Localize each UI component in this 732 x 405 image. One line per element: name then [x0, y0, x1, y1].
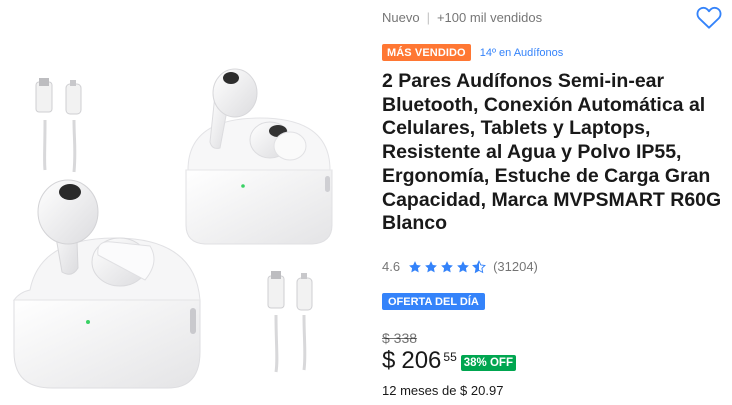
rating-stars [407, 259, 487, 274]
product-title: 2 Pares Audífonos Semi-in-ear Bluetooth,… [382, 70, 722, 235]
rating-value: 4.6 [382, 259, 401, 274]
heart-outline-icon [696, 6, 722, 29]
subtitle-separator: | [426, 10, 430, 25]
star-icon [457, 260, 469, 272]
deal-of-the-day-badge: OFERTA DEL DÍA [382, 293, 485, 310]
product-info-panel: Nuevo | +100 mil vendidos MÁS VENDIDO 14º … [382, 0, 727, 405]
product-image [12, 68, 333, 389]
product-image-gallery[interactable] [0, 0, 372, 405]
rating-count: (31204) [493, 259, 538, 274]
original-price: $ 338 [382, 330, 418, 346]
star-icon [409, 260, 421, 272]
star-icon [425, 260, 437, 272]
charging-case-back [185, 117, 333, 245]
charging-case-front [12, 237, 201, 389]
sold-count: +100 mil vendidos [436, 10, 543, 25]
condition-label: Nuevo [382, 10, 420, 25]
price-cents: 55 [443, 350, 457, 364]
rating-summary[interactable]: 4.6 (31204) [382, 259, 538, 274]
price-integer: 206 [401, 347, 442, 374]
current-price: $ 206 55 38% OFF [382, 347, 516, 375]
star-half-icon [472, 259, 487, 273]
discount-badge: 38% OFF [460, 355, 516, 371]
usb-cable-image-top [43, 119, 77, 173]
price-currency: $ [382, 347, 396, 374]
favorite-button[interactable] [695, 4, 723, 30]
product-subtitle: Nuevo | +100 mil vendidos [382, 10, 542, 25]
category-ranking-link[interactable]: 14º en Audífonos [480, 47, 564, 59]
star-icon [441, 260, 453, 272]
best-seller-badge: MÁS VENDIDO [382, 44, 471, 61]
usb-cable-image-bottom [274, 314, 307, 373]
installments-info: 12 meses de $ 20.97 [382, 383, 504, 398]
badges-row: MÁS VENDIDO 14º en Audífonos [382, 44, 563, 61]
